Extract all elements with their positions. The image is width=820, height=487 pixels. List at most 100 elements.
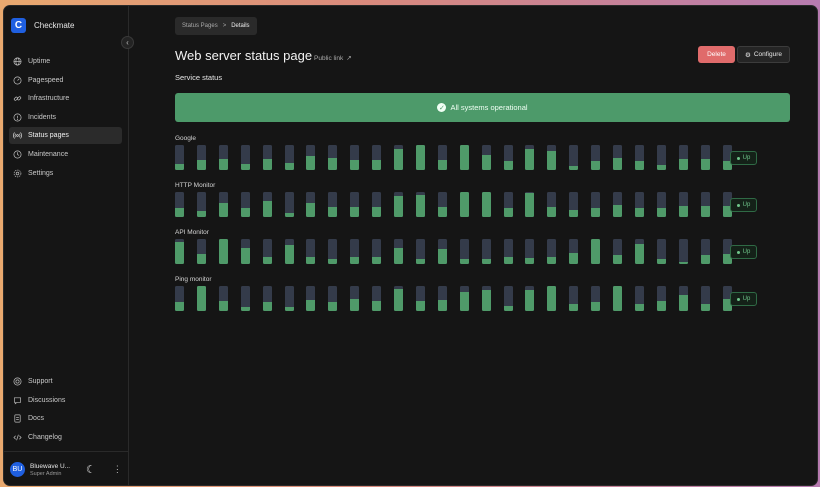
- uptime-bar[interactable]: [503, 145, 513, 170]
- uptime-bar[interactable]: [634, 286, 644, 311]
- uptime-bar[interactable]: [656, 145, 666, 170]
- uptime-bar[interactable]: [262, 286, 272, 311]
- uptime-bar[interactable]: [350, 192, 360, 217]
- uptime-bar[interactable]: [525, 192, 535, 217]
- uptime-bar[interactable]: [240, 192, 250, 217]
- uptime-bar[interactable]: [634, 145, 644, 170]
- collapse-sidebar-button[interactable]: ‹: [121, 36, 134, 49]
- uptime-bar[interactable]: [437, 239, 447, 264]
- uptime-bar[interactable]: [591, 286, 601, 311]
- uptime-bar[interactable]: [547, 145, 557, 170]
- user-profile[interactable]: BU Bluewave U... Super Admin ☾ ⋮: [4, 451, 129, 485]
- sidebar-item-uptime[interactable]: Uptime: [9, 53, 122, 70]
- uptime-bar[interactable]: [394, 239, 403, 264]
- uptime-bar[interactable]: [700, 145, 710, 170]
- uptime-bar[interactable]: [328, 286, 338, 311]
- uptime-bar[interactable]: [634, 192, 644, 217]
- breadcrumb-parent[interactable]: Status Pages: [182, 23, 218, 29]
- sidebar-item-settings[interactable]: Settings: [9, 165, 122, 182]
- uptime-bar[interactable]: [525, 145, 535, 170]
- uptime-bar[interactable]: [569, 192, 579, 217]
- sidebar-item-infrastructure[interactable]: Infrastructure: [9, 90, 122, 107]
- uptime-bar[interactable]: [306, 239, 316, 264]
- sidebar-item-status-pages[interactable]: Status pages: [9, 127, 122, 145]
- sidebar-item-incidents[interactable]: Incidents: [9, 109, 122, 126]
- uptime-bar[interactable]: [481, 145, 491, 170]
- uptime-bar[interactable]: [700, 239, 710, 264]
- uptime-bar[interactable]: [240, 286, 250, 311]
- uptime-bar[interactable]: [591, 239, 601, 264]
- uptime-bar[interactable]: [196, 286, 206, 311]
- uptime-bar[interactable]: [678, 145, 688, 170]
- uptime-bar[interactable]: [437, 145, 447, 170]
- uptime-bar[interactable]: [503, 286, 513, 311]
- uptime-bar[interactable]: [591, 145, 601, 170]
- uptime-bar[interactable]: [569, 239, 579, 264]
- uptime-bar[interactable]: [437, 192, 447, 217]
- uptime-bar[interactable]: [678, 286, 688, 311]
- uptime-bar[interactable]: [218, 286, 228, 311]
- sidebar-item-discussions[interactable]: Discussions: [9, 392, 122, 409]
- moon-icon[interactable]: ☾: [86, 463, 96, 476]
- uptime-bar[interactable]: [394, 286, 403, 311]
- uptime-bar[interactable]: [547, 192, 557, 217]
- uptime-bar[interactable]: [240, 239, 250, 264]
- uptime-bar[interactable]: [569, 286, 579, 311]
- uptime-bar[interactable]: [481, 239, 491, 264]
- uptime-bar[interactable]: [569, 145, 579, 170]
- uptime-bar[interactable]: [394, 192, 403, 217]
- uptime-bar[interactable]: [284, 286, 294, 311]
- uptime-bar[interactable]: [459, 192, 469, 217]
- uptime-bar[interactable]: [415, 192, 425, 217]
- uptime-bar[interactable]: [481, 192, 491, 217]
- uptime-bar[interactable]: [700, 286, 710, 311]
- sidebar-item-changelog[interactable]: Changelog: [9, 429, 122, 446]
- more-vertical-icon[interactable]: ⋮: [113, 464, 122, 475]
- public-link[interactable]: Public link ↗: [314, 54, 352, 63]
- uptime-bar[interactable]: [547, 239, 557, 264]
- uptime-bar[interactable]: [656, 286, 666, 311]
- uptime-bar[interactable]: [196, 239, 206, 264]
- uptime-bar[interactable]: [415, 286, 425, 311]
- uptime-bar[interactable]: [547, 286, 557, 311]
- uptime-bar[interactable]: [328, 145, 338, 170]
- delete-button[interactable]: Delete: [698, 46, 735, 63]
- uptime-bar[interactable]: [284, 239, 294, 264]
- uptime-bar[interactable]: [678, 239, 688, 264]
- uptime-bar[interactable]: [525, 239, 535, 264]
- uptime-bar[interactable]: [656, 239, 666, 264]
- uptime-bar[interactable]: [175, 192, 184, 217]
- uptime-bar[interactable]: [372, 286, 382, 311]
- uptime-bar[interactable]: [481, 286, 491, 311]
- uptime-bar[interactable]: [350, 239, 360, 264]
- uptime-bar[interactable]: [656, 192, 666, 217]
- uptime-bar[interactable]: [175, 286, 184, 311]
- uptime-bar[interactable]: [372, 239, 382, 264]
- uptime-bar[interactable]: [306, 286, 316, 311]
- uptime-bar[interactable]: [591, 192, 601, 217]
- uptime-bar[interactable]: [284, 145, 294, 170]
- uptime-bar[interactable]: [459, 239, 469, 264]
- uptime-bar[interactable]: [525, 286, 535, 311]
- uptime-bar[interactable]: [415, 239, 425, 264]
- uptime-bar[interactable]: [284, 192, 294, 217]
- uptime-bar[interactable]: [459, 145, 469, 170]
- uptime-bar[interactable]: [700, 192, 710, 217]
- uptime-bar[interactable]: [328, 192, 338, 217]
- configure-button[interactable]: ⚙ Configure: [737, 46, 790, 63]
- uptime-bar[interactable]: [262, 239, 272, 264]
- sidebar-item-support[interactable]: Support: [9, 373, 122, 390]
- uptime-bar[interactable]: [262, 192, 272, 217]
- uptime-bar[interactable]: [459, 286, 469, 311]
- uptime-bar[interactable]: [218, 192, 228, 217]
- sidebar-item-pagespeed[interactable]: Pagespeed: [9, 72, 122, 89]
- uptime-bar[interactable]: [218, 239, 228, 264]
- uptime-bar[interactable]: [437, 286, 447, 311]
- uptime-bar[interactable]: [613, 145, 622, 170]
- uptime-bar[interactable]: [350, 286, 360, 311]
- uptime-bar[interactable]: [415, 145, 425, 170]
- uptime-bar[interactable]: [240, 145, 250, 170]
- uptime-bar[interactable]: [613, 192, 622, 217]
- uptime-bar[interactable]: [634, 239, 644, 264]
- uptime-bar[interactable]: [175, 145, 184, 170]
